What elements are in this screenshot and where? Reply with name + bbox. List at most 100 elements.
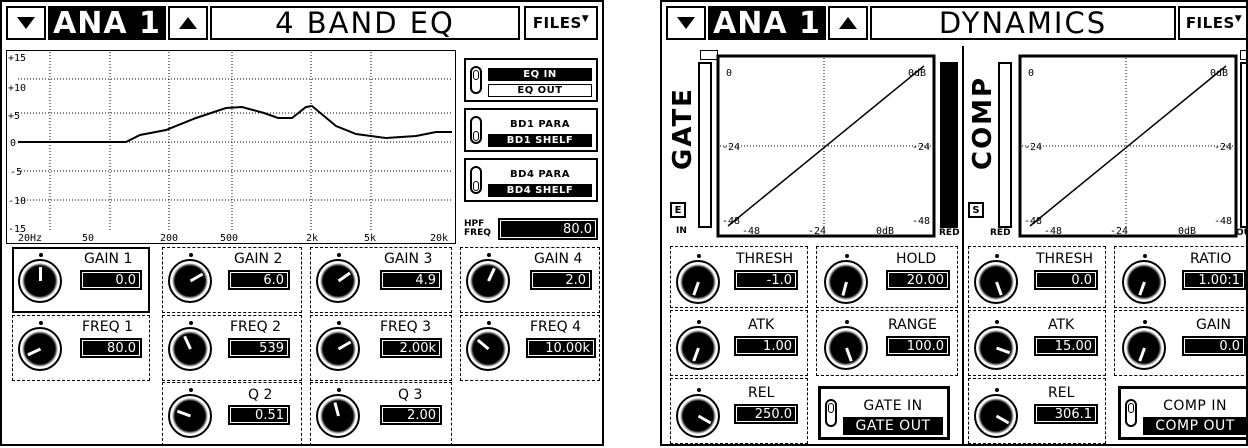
channel-prev-button[interactable] <box>6 6 46 40</box>
axis-mid: -24 <box>1024 142 1042 153</box>
gate-transfer-graph: 0 -24 -48 0dB -24 -48 -48 -24 0dB <box>716 54 936 238</box>
hpf-freq-value[interactable]: 80.0 <box>498 218 598 240</box>
comp-thresh-knob[interactable] <box>974 254 1018 304</box>
knob-center-dot <box>487 321 491 325</box>
knob-center-dot <box>337 388 341 392</box>
freq4-knob[interactable] <box>466 321 510 371</box>
gain4-value[interactable]: 2.0 <box>530 270 592 290</box>
knob-indicator <box>26 347 41 357</box>
q3-value[interactable]: 2.00 <box>380 405 442 425</box>
knob-indicator <box>476 338 489 351</box>
freq2-value[interactable]: 539 <box>228 338 290 358</box>
comp-rel-value[interactable]: 306.1 <box>1034 404 1098 424</box>
toggle-knob <box>828 403 834 413</box>
freq1-label: FREQ 1 <box>82 319 134 335</box>
xlabel-4: 2k <box>306 233 318 244</box>
freq2-knob[interactable] <box>168 321 212 371</box>
gate-e-key[interactable]: E <box>670 202 686 218</box>
freq4-label: FREQ 4 <box>530 319 582 335</box>
xaxis-0: -48 <box>742 226 760 237</box>
ylabel-2: +5 <box>8 111 20 122</box>
knob-indicator <box>691 281 700 296</box>
gate-thresh-knob[interactable] <box>676 254 720 304</box>
knob-center-dot <box>189 253 193 257</box>
comp-transfer-graph: 0 -24 -48 0dB -24 -48 -48 -24 0dB <box>1018 54 1238 238</box>
hpf-label: HPF FREQ <box>464 220 491 238</box>
freq3-value[interactable]: 2.00k <box>380 338 442 358</box>
axis-right-mid: -24 <box>1214 142 1232 153</box>
freq1-knob[interactable] <box>18 321 62 371</box>
channel-next-button[interactable] <box>168 6 208 40</box>
gain3-knob[interactable] <box>316 253 360 303</box>
q3-knob[interactable] <box>316 388 360 438</box>
files-button[interactable]: FILES ▼ <box>1178 6 1246 40</box>
gain1-value[interactable]: 0.0 <box>80 270 142 290</box>
comp-thresh-value[interactable]: 0.0 <box>1034 270 1098 290</box>
gate-range-value[interactable]: 100.0 <box>886 336 950 356</box>
gate-thresh-value[interactable]: -1.0 <box>734 270 798 290</box>
freq2-label: FREQ 2 <box>230 319 282 335</box>
gate-rel-value[interactable]: 250.0 <box>734 404 798 424</box>
knob-center-dot <box>845 254 849 258</box>
gate-hold-value[interactable]: 20.00 <box>886 270 950 290</box>
comp-ratio-value[interactable]: 1.00:1 <box>1182 270 1246 290</box>
comp-gain-label: GAIN <box>1196 317 1232 333</box>
gate-atk-knob[interactable] <box>676 320 720 370</box>
knob-indicator <box>182 335 192 350</box>
knob-center-dot <box>189 388 193 392</box>
knob-indicator <box>691 347 700 362</box>
comp-s-key[interactable]: S <box>968 202 984 218</box>
ylabel-3: 0 <box>10 138 16 149</box>
gate-atk-value[interactable]: 1.00 <box>734 336 798 356</box>
triangle-up-icon <box>179 17 197 29</box>
gain3-value[interactable]: 4.9 <box>380 270 442 290</box>
comp-rel-label: REL <box>1048 385 1075 401</box>
channel-prev-button[interactable] <box>666 6 706 40</box>
toggle-icon <box>470 66 482 94</box>
channel-next-button[interactable] <box>828 6 868 40</box>
knob-center-dot <box>845 320 849 324</box>
comp-gain-knob[interactable] <box>1122 320 1166 370</box>
q2-value[interactable]: 0.51 <box>228 405 290 425</box>
comp-ratio-knob[interactable] <box>1122 254 1166 304</box>
comp-meter-peak <box>1240 50 1246 60</box>
eq-in-switch[interactable]: EQ IN EQ OUT <box>464 58 598 102</box>
knob-indicator <box>189 272 203 283</box>
bd1-shelf-label: BD1 SHELF <box>488 134 592 147</box>
bd4-para-label: BD4 PARA <box>510 169 570 180</box>
bd4-switch[interactable]: BD4 PARA BD4 SHELF <box>464 158 598 202</box>
gate-label: GATE <box>668 87 698 170</box>
comp-atk-label: ATK <box>1048 317 1075 333</box>
gate-red-label: RED <box>939 228 960 238</box>
dynamics-panel: ANA 1 DYNAMICS FILES ▼ GATE E IN 0 -24 -4… <box>660 0 1248 446</box>
gain2-value[interactable]: 6.0 <box>228 270 290 290</box>
xlabel-5: 5k <box>364 233 376 244</box>
dropdown-icon: ▼ <box>581 14 590 24</box>
knob-center-dot <box>697 254 701 258</box>
comp-atk-knob[interactable] <box>974 320 1018 370</box>
gate-in-label: GATE IN <box>863 398 923 414</box>
gain2-knob[interactable] <box>168 253 212 303</box>
comp-output-meter <box>1240 62 1246 228</box>
freq1-value[interactable]: 80.0 <box>80 338 142 358</box>
gate-rel-knob[interactable] <box>676 388 720 438</box>
triangle-up-icon <box>839 17 857 29</box>
bd1-switch[interactable]: BD1 PARA BD1 SHELF <box>464 108 598 152</box>
gate-hold-knob[interactable] <box>824 254 868 304</box>
comp-gain-value[interactable]: 0.0 <box>1182 336 1246 356</box>
freq4-value[interactable]: 10.00k <box>526 338 596 358</box>
comp-in-switch[interactable]: COMP IN COMP OUT <box>1118 386 1246 440</box>
gain4-knob[interactable] <box>466 253 510 303</box>
comp-rel-knob[interactable] <box>974 388 1018 438</box>
gate-in-switch[interactable]: GATE IN GATE OUT <box>818 386 950 440</box>
comp-atk-value[interactable]: 15.00 <box>1034 336 1098 356</box>
q2-knob[interactable] <box>168 388 212 438</box>
ylabel-1: +10 <box>8 83 26 94</box>
freq3-knob[interactable] <box>316 321 360 371</box>
gain1-knob[interactable] <box>18 253 62 303</box>
files-button[interactable]: FILES ▼ <box>524 6 598 40</box>
gain2-label: GAIN 2 <box>234 251 283 267</box>
axis-bot: -48 <box>1024 216 1042 227</box>
gate-range-knob[interactable] <box>824 320 868 370</box>
knob-indicator <box>995 346 1010 355</box>
